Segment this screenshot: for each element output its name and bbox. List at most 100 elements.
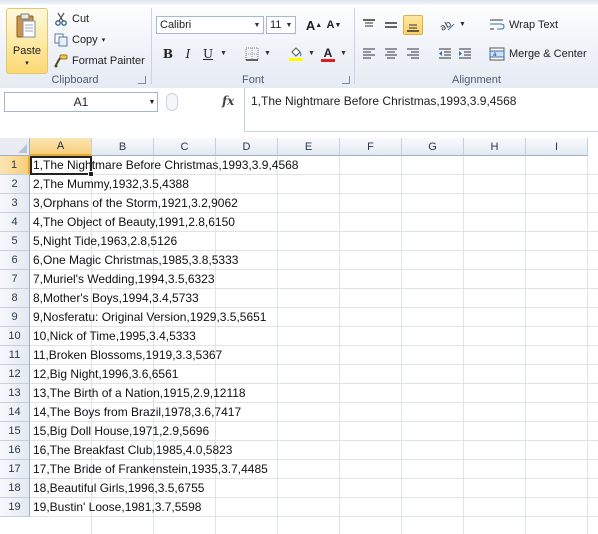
insert-function-button[interactable]: fx xyxy=(222,94,234,108)
row-header[interactable]: 11 xyxy=(0,346,30,365)
chevron-down-icon[interactable]: ▼ xyxy=(146,92,158,112)
align-bottom-button[interactable] xyxy=(403,15,423,35)
cell-a-text[interactable]: 14,The Boys from Brazil,1978,3.6,7417 xyxy=(33,403,241,422)
cell-a-text[interactable]: 5,Night Tide,1963,2.8,5126 xyxy=(33,232,177,251)
column-header[interactable]: E xyxy=(278,138,340,156)
underline-button[interactable]: U xyxy=(198,44,218,64)
align-left-button[interactable] xyxy=(359,44,379,64)
font-name-combo[interactable]: Calibri ▼ xyxy=(156,16,264,34)
decrease-indent-icon xyxy=(439,48,451,59)
chevron-down-icon[interactable]: ▼ xyxy=(308,50,315,57)
cell-a-text[interactable]: 1,The Nightmare Before Christmas,1993,3.… xyxy=(33,156,298,175)
shrink-font-button[interactable]: A ▼ xyxy=(324,15,344,35)
paste-dropdown-arrow[interactable]: ▾ xyxy=(7,59,47,67)
chevron-down-icon[interactable]: ▼ xyxy=(220,50,227,57)
chevron-down-icon[interactable]: ▼ xyxy=(283,17,295,33)
fill-handle[interactable] xyxy=(88,171,94,177)
cell-a-text[interactable]: 15,Big Doll House,1971,2.9,5696 xyxy=(33,422,209,441)
cell-a-text[interactable]: 10,Nick of Time,1995,3.4,5333 xyxy=(33,327,196,346)
cell-a-text[interactable]: 8,Mother's Boys,1994,3.4,5733 xyxy=(33,289,199,308)
borders-button[interactable] xyxy=(242,44,262,64)
name-box[interactable]: A1 xyxy=(4,92,158,112)
column-header[interactable]: F xyxy=(340,138,402,156)
row-header[interactable]: 7 xyxy=(0,270,30,289)
cell-a-text[interactable]: 2,The Mummy,1932,3.5,4388 xyxy=(33,175,189,194)
paste-button[interactable]: Paste ▾ xyxy=(6,8,48,74)
row-header[interactable]: 19 xyxy=(0,498,30,517)
row-header[interactable]: 4 xyxy=(0,213,30,232)
paste-label: Paste xyxy=(12,45,42,57)
italic-button[interactable]: I xyxy=(178,44,198,64)
align-center-button[interactable] xyxy=(381,44,401,64)
merge-center-button[interactable]: a Merge & Center xyxy=(489,45,587,63)
cell-a-text[interactable]: 11,Broken Blossoms,1919,3.3,5367 xyxy=(33,346,222,365)
svg-text:a: a xyxy=(493,51,497,58)
align-right-button[interactable] xyxy=(403,44,423,64)
chevron-down-icon[interactable]: ▼ xyxy=(251,17,263,33)
cell-a-text[interactable]: 9,Nosferatu: Original Version,1929,3.5,5… xyxy=(33,308,266,327)
row-header[interactable]: 18 xyxy=(0,479,30,498)
cell-a-text[interactable]: 16,The Breakfast Club,1985,4.0,5823 xyxy=(33,441,232,460)
orientation-button[interactable]: ab xyxy=(437,15,457,35)
wrap-text-button[interactable]: Wrap Text xyxy=(489,16,558,34)
chevron-down-icon[interactable]: ▼ xyxy=(264,50,271,57)
select-all-corner[interactable] xyxy=(0,138,30,156)
row-header[interactable]: 14 xyxy=(0,403,30,422)
row-header[interactable]: 12 xyxy=(0,365,30,384)
cell-a-text[interactable]: 19,Bustin' Loose,1981,3.7,5598 xyxy=(33,498,201,517)
font-size-value: 11 xyxy=(270,19,282,31)
cell-a-text[interactable]: 7,Muriel's Wedding,1994,3.5,6323 xyxy=(33,270,215,289)
increase-indent-button[interactable] xyxy=(455,44,475,64)
font-dialog-launcher[interactable] xyxy=(342,76,350,84)
align-top-button[interactable] xyxy=(359,15,379,35)
chevron-down-icon[interactable]: ▼ xyxy=(459,21,466,28)
column-header[interactable]: G xyxy=(402,138,464,156)
cell-a-text[interactable]: 6,One Magic Christmas,1985,3.8,5333 xyxy=(33,251,238,270)
grow-font-button[interactable]: A ▲ xyxy=(304,15,324,35)
format-painter-button[interactable]: Format Painter xyxy=(54,52,145,70)
bold-button[interactable]: B xyxy=(158,44,178,64)
align-middle-button[interactable] xyxy=(381,15,401,35)
bold-letter: B xyxy=(162,47,174,61)
row-header[interactable]: 10 xyxy=(0,327,30,346)
cell-a-text[interactable]: 18,Beautiful Girls,1996,3.5,6755 xyxy=(33,479,204,498)
row-header[interactable]: 13 xyxy=(0,384,30,403)
row-header[interactable]: 17 xyxy=(0,460,30,479)
chevron-down-icon[interactable]: ▼ xyxy=(340,50,347,57)
copy-button[interactable]: Copy ▾ xyxy=(54,31,105,49)
cell-a-text[interactable]: 4,The Object of Beauty,1991,2.8,6150 xyxy=(33,213,235,232)
decrease-indent-button[interactable] xyxy=(435,44,455,64)
cut-button[interactable]: Cut xyxy=(54,10,89,28)
column-header[interactable]: D xyxy=(216,138,278,156)
row-header[interactable]: 5 xyxy=(0,232,30,251)
column-header[interactable]: A xyxy=(30,138,92,156)
spreadsheet-grid[interactable]: A B C D E F G H I 1 1,The Nightmare Before Christm… xyxy=(0,138,598,534)
cell-a-text[interactable]: 12,Big Night,1996,3.6,6561 xyxy=(33,365,178,384)
cell-a-text[interactable]: 13,The Birth of a Nation,1915,2.9,12118 xyxy=(33,384,246,403)
column-header[interactable]: H xyxy=(464,138,526,156)
alignment-group-label: Alignment xyxy=(452,74,501,86)
font-size-combo[interactable]: 11 ▼ xyxy=(266,16,296,34)
align-bottom-icon xyxy=(407,24,419,32)
row-header[interactable]: 6 xyxy=(0,251,30,270)
formula-input[interactable]: 1,The Nightmare Before Christmas,1993,3.… xyxy=(244,88,598,132)
column-header[interactable]: C xyxy=(154,138,216,156)
formula-bar-splitter[interactable] xyxy=(166,93,178,111)
row-header[interactable]: 1 xyxy=(0,156,30,175)
row-header[interactable]: 9 xyxy=(0,308,30,327)
cell-a-text[interactable]: 17,The Bride of Frankenstein,1935,3.7,44… xyxy=(33,460,268,479)
column-header[interactable]: B xyxy=(92,138,154,156)
row-header[interactable]: 8 xyxy=(0,289,30,308)
row-header[interactable]: 3 xyxy=(0,194,30,213)
column-header[interactable]: I xyxy=(526,138,588,156)
font-color-button[interactable]: A xyxy=(318,44,338,64)
fill-color-button[interactable] xyxy=(286,44,306,64)
font-group: Calibri ▼ 11 ▼ A ▲ A ▼ B I U ▼ ▼ ▼ A ▼ F… xyxy=(152,4,354,88)
row-header[interactable]: 16 xyxy=(0,441,30,460)
copy-dropdown-arrow[interactable]: ▾ xyxy=(102,36,106,44)
row-header[interactable]: 15 xyxy=(0,422,30,441)
row-header[interactable]: 2 xyxy=(0,175,30,194)
cell-a-text[interactable]: 3,Orphans of the Storm,1921,3.2,9062 xyxy=(33,194,238,213)
grow-font-letter: A xyxy=(305,17,316,33)
clipboard-dialog-launcher[interactable] xyxy=(138,76,146,84)
